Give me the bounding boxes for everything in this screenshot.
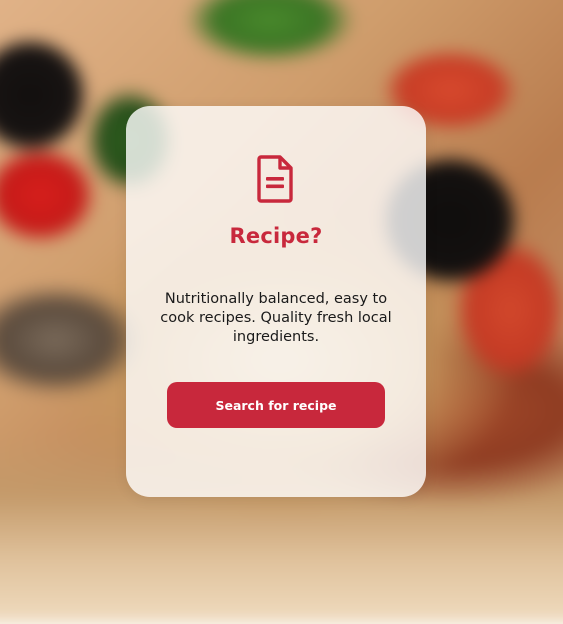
document-icon [257,155,293,203]
card-description: Nutritionally balanced, easy to cook rec… [160,291,392,345]
search-recipe-button[interactable]: Search for recipe [167,382,385,428]
card-title: Recipe? [229,224,323,248]
recipe-card: Recipe? Nutritionally balanced, easy to … [126,106,426,497]
